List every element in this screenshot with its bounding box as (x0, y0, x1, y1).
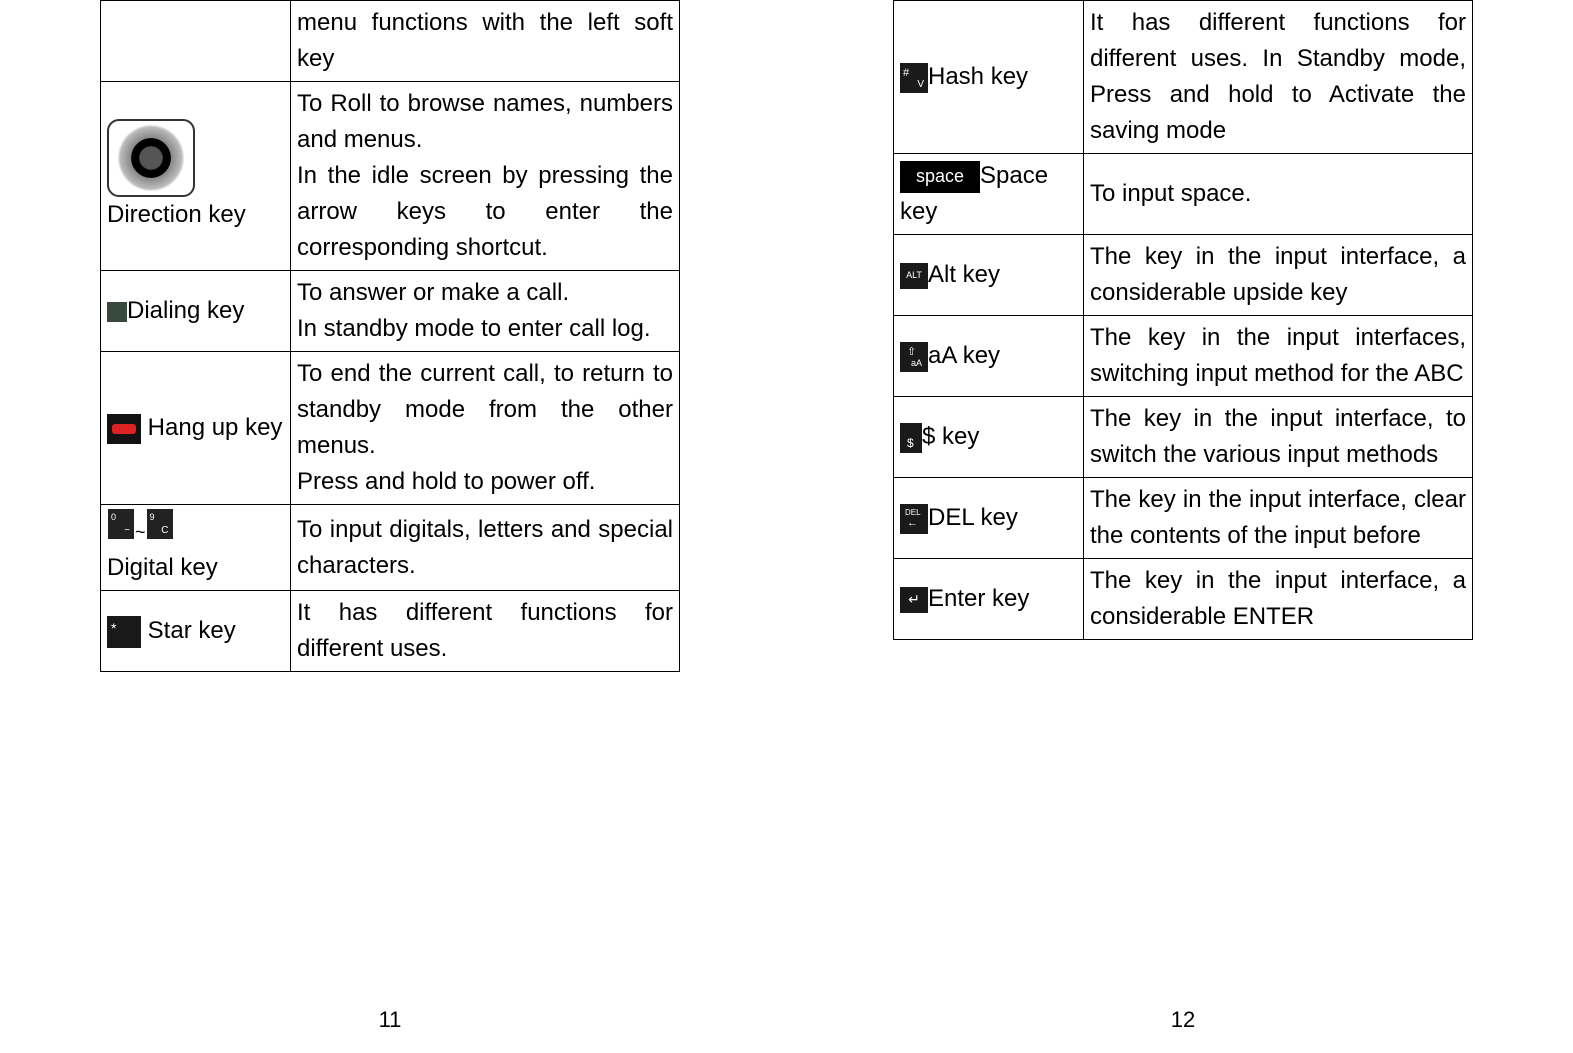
key-cell-empty (101, 1, 291, 82)
key-label: aA key (928, 342, 1000, 369)
key-cell-del: DEL key (894, 478, 1084, 559)
key-label: Dialing key (127, 297, 244, 324)
key-cell-alt: ALTAlt key (894, 235, 1084, 316)
space-key-icon: space (900, 161, 980, 193)
key-label: Hash key (928, 63, 1028, 90)
table-row: spaceSpace key To input space. (894, 154, 1473, 235)
key-label: Hang up key (141, 414, 282, 441)
key-cell-space: spaceSpace key (894, 154, 1084, 235)
dollar-key-icon (900, 423, 922, 453)
desc-cell: To end the current call, to return to st… (291, 352, 680, 505)
key-label: Alt key (928, 261, 1000, 288)
table-row: Hang up key To end the current call, to … (101, 352, 680, 505)
desc-cell: The key in the input interface, to switc… (1084, 397, 1473, 478)
key-label: $ key (922, 423, 979, 450)
desc-cell: The key in the input interface, a consid… (1084, 559, 1473, 640)
key-cell-aa: aA key (894, 316, 1084, 397)
desc-cell: It has different functions for different… (291, 591, 680, 672)
hang-up-key-icon (107, 414, 141, 444)
digit-0-key-icon: 0− (108, 509, 134, 539)
table-row: ALTAlt key The key in the input interfac… (894, 235, 1473, 316)
key-label: Star key (141, 617, 236, 644)
table-row: Direction key To Roll to browse names, n… (101, 82, 680, 271)
table-row: Hash key It has different functions for … (894, 1, 1473, 154)
key-label: DEL key (928, 504, 1018, 531)
desc-cell: To answer or make a call.In standby mode… (291, 271, 680, 352)
table-row: $ key The key in the input interface, to… (894, 397, 1473, 478)
enter-key-icon: ↵ (900, 587, 928, 613)
desc-cell: The key in the input interfaces, switchi… (1084, 316, 1473, 397)
desc-cell: It has different functions for different… (1084, 1, 1473, 154)
del-key-icon (900, 504, 928, 534)
key-table-right: Hash key It has different functions for … (893, 0, 1473, 640)
key-cell-dialing: Dialing key (101, 271, 291, 352)
key-cell-hash: Hash key (894, 1, 1084, 154)
tilde-separator: ~ (135, 522, 146, 542)
page-left: menu functions with the left soft key Di… (40, 0, 740, 1053)
table-row: * Star key It has different functions fo… (101, 591, 680, 672)
dialing-key-icon (107, 302, 127, 322)
key-label: Digital key (107, 554, 218, 581)
table-row: aA key The key in the input interfaces, … (894, 316, 1473, 397)
aa-key-icon (900, 342, 928, 372)
alt-key-icon: ALT (900, 263, 928, 289)
table-row: DEL key The key in the input interface, … (894, 478, 1473, 559)
key-label: Enter key (928, 585, 1029, 612)
desc-cell: To Roll to browse names, numbers and men… (291, 82, 680, 271)
desc-cell: The key in the input interface, a consid… (1084, 235, 1473, 316)
key-cell-hangup: Hang up key (101, 352, 291, 505)
key-table-left: menu functions with the left soft key Di… (100, 0, 680, 672)
table-row: ↵Enter key The key in the input interfac… (894, 559, 1473, 640)
direction-key-icon (107, 119, 195, 197)
page-number-right: 12 (1171, 1007, 1195, 1033)
table-row: Dialing key To answer or make a call.In … (101, 271, 680, 352)
desc-cell: The key in the input interface, clear th… (1084, 478, 1473, 559)
desc-cell: To input digitals, letters and special c… (291, 505, 680, 591)
key-cell-direction: Direction key (101, 82, 291, 271)
digit-9-key-icon: 9C (147, 509, 173, 539)
table-row: menu functions with the left soft key (101, 1, 680, 82)
key-cell-star: * Star key (101, 591, 291, 672)
desc-cell: To input space. (1084, 154, 1473, 235)
key-label: Direction key (107, 201, 246, 228)
star-key-icon: * (107, 616, 141, 648)
page-right: Hash key It has different functions for … (833, 0, 1533, 1053)
key-cell-dollar: $ key (894, 397, 1084, 478)
key-cell-digital: 0−~9C Digital key (101, 505, 291, 591)
desc-cell: menu functions with the left soft key (291, 1, 680, 82)
table-row: 0−~9C Digital key To input digitals, let… (101, 505, 680, 591)
page-number-left: 11 (379, 1007, 402, 1033)
hash-key-icon (900, 63, 928, 93)
key-cell-enter: ↵Enter key (894, 559, 1084, 640)
